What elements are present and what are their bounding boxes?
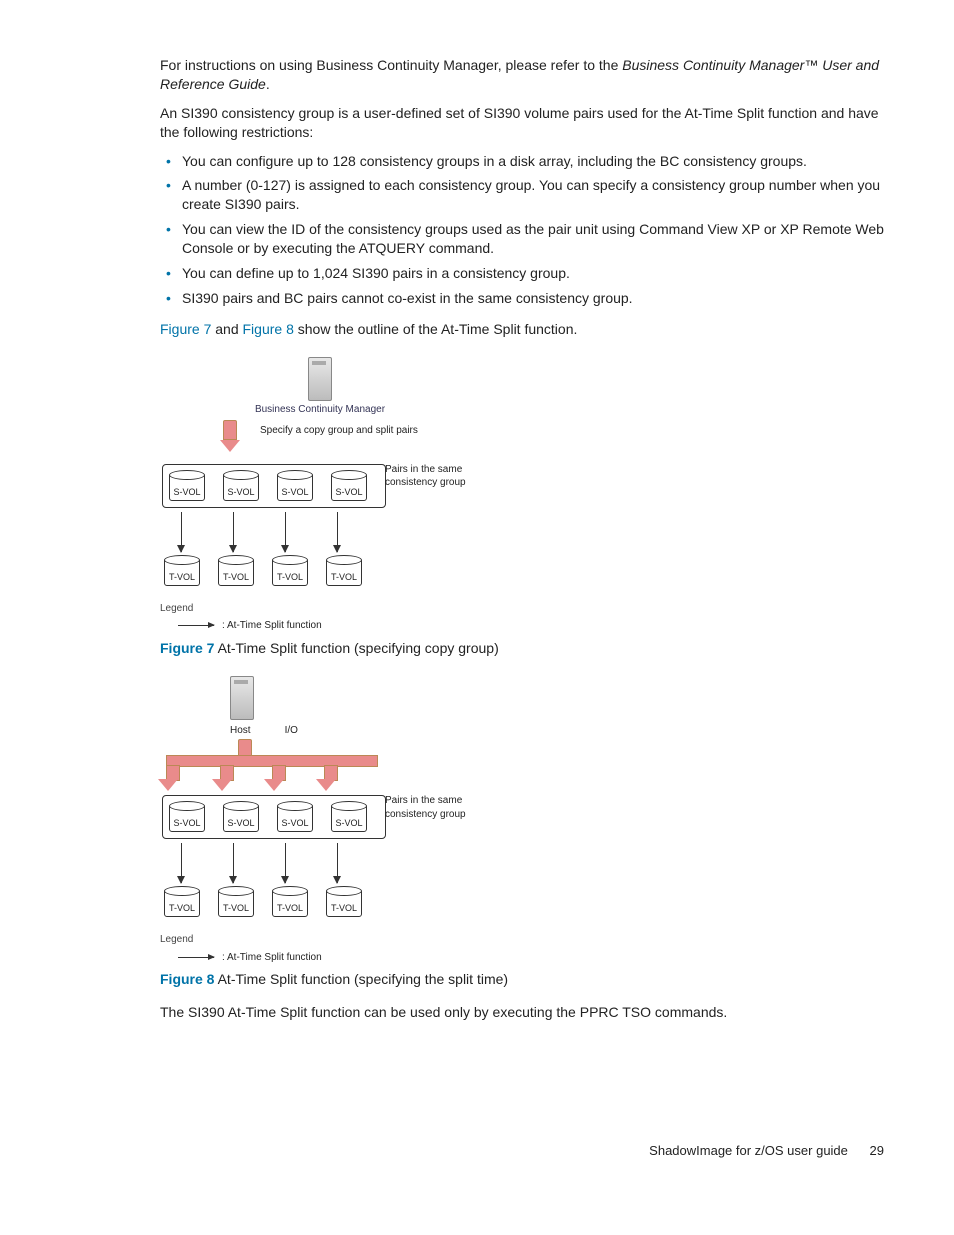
svol-icon: S-VOL	[223, 473, 259, 501]
host-label: Host	[230, 724, 251, 738]
spec-label: Specify a copy group and split pairs	[260, 424, 440, 438]
arrow-down-icon	[285, 512, 286, 552]
figure-8-diagram: Host I/O Pairs in the same consistency g…	[160, 676, 480, 965]
tvol-row: T-VOL T-VOL T-VOL T-VOL	[164, 889, 480, 917]
svol-icon: S-VOL	[223, 804, 259, 832]
bcm-label: Business Continuity Manager	[160, 403, 480, 417]
tvol-icon: T-VOL	[272, 889, 308, 917]
tvol-icon: T-VOL	[218, 889, 254, 917]
consistency-group-box: Pairs in the same consistency group S-VO…	[162, 464, 386, 508]
arrow-down-icon	[233, 843, 234, 883]
figure-intro: Figure 7 and Figure 8 show the outline o…	[160, 320, 884, 339]
list-item: A number (0-127) is assigned to each con…	[182, 176, 884, 214]
legend-text: : At-Time Split function	[222, 951, 322, 965]
svol-icon: S-VOL	[169, 473, 205, 501]
server-icon	[308, 357, 332, 401]
arrow-right-icon	[178, 625, 214, 626]
arrow-down-icon	[285, 843, 286, 883]
tvol-icon: T-VOL	[326, 889, 362, 917]
tvol-icon: T-VOL	[326, 558, 362, 586]
figure-7-link[interactable]: Figure 7	[160, 321, 211, 337]
page-footer: ShadowImage for z/OS user guide 29	[160, 1142, 884, 1160]
figure-8-link[interactable]: Figure 8	[243, 321, 294, 337]
intro-text-b: .	[266, 76, 270, 92]
io-label: I/O	[285, 724, 298, 738]
svol-icon: S-VOL	[277, 473, 313, 501]
restrictions-list: You can configure up to 128 consistency …	[160, 152, 884, 308]
list-item: SI390 pairs and BC pairs cannot co-exist…	[182, 289, 884, 308]
arrow-group	[164, 512, 480, 552]
text-rest: show the outline of the At-Time Split fu…	[294, 321, 578, 337]
figure-7-caption: Figure 7 At-Time Split function (specify…	[160, 639, 884, 658]
arrow-down-icon	[181, 512, 182, 552]
figure-7-number: Figure 7	[160, 640, 214, 656]
consistency-group-box: Pairs in the same consistency group S-VO…	[162, 795, 386, 839]
figure-8-number: Figure 8	[160, 971, 214, 987]
legend: Legend : At-Time Split function	[160, 933, 480, 964]
tvol-icon: T-VOL	[218, 558, 254, 586]
tvol-icon: T-VOL	[164, 889, 200, 917]
tvol-row: T-VOL T-VOL T-VOL T-VOL	[164, 558, 480, 586]
svol-icon: S-VOL	[169, 804, 205, 832]
text-mid: and	[211, 321, 242, 337]
intro-text-a: For instructions on using Business Conti…	[160, 57, 622, 73]
svol-icon: S-VOL	[277, 804, 313, 832]
tvol-icon: T-VOL	[272, 558, 308, 586]
list-item: You can view the ID of the consistency g…	[182, 220, 884, 258]
server-icon	[230, 676, 254, 720]
intro-para-2: An SI390 consistency group is a user-def…	[160, 104, 884, 142]
arrow-down-icon	[337, 843, 338, 883]
svol-icon: S-VOL	[331, 473, 367, 501]
list-item: You can configure up to 128 consistency …	[182, 152, 884, 171]
footer-doc-title: ShadowImage for z/OS user guide	[649, 1143, 848, 1158]
legend: Legend : At-Time Split function	[160, 602, 480, 633]
pairs-side-label: Pairs in the same consistency group	[385, 794, 485, 821]
arrow-down-icon	[233, 512, 234, 552]
intro-para-1: For instructions on using Business Conti…	[160, 56, 884, 94]
figure-7-diagram: Business Continuity Manager Specify a co…	[160, 357, 480, 633]
closing-para: The SI390 At-Time Split function can be …	[160, 1003, 884, 1022]
arrow-down-icon	[181, 843, 182, 883]
figure-7-caption-text: At-Time Split function (specifying copy …	[214, 640, 498, 656]
figure-8-caption-text: At-Time Split function (specifying the s…	[214, 971, 508, 987]
legend-title: Legend	[160, 933, 480, 947]
legend-text: : At-Time Split function	[222, 619, 322, 633]
arrow-group	[164, 843, 480, 883]
down-arrow-icon	[220, 420, 240, 450]
figure-8-caption: Figure 8 At-Time Split function (specify…	[160, 970, 884, 989]
footer-page-number: 29	[870, 1143, 884, 1158]
arrow-right-icon	[178, 957, 214, 958]
list-item: You can define up to 1,024 SI390 pairs i…	[182, 264, 884, 283]
pairs-side-label: Pairs in the same consistency group	[385, 463, 485, 490]
arrow-down-icon	[337, 512, 338, 552]
legend-title: Legend	[160, 602, 480, 616]
svol-icon: S-VOL	[331, 804, 367, 832]
tvol-icon: T-VOL	[164, 558, 200, 586]
fan-arrow-icon	[160, 739, 480, 795]
